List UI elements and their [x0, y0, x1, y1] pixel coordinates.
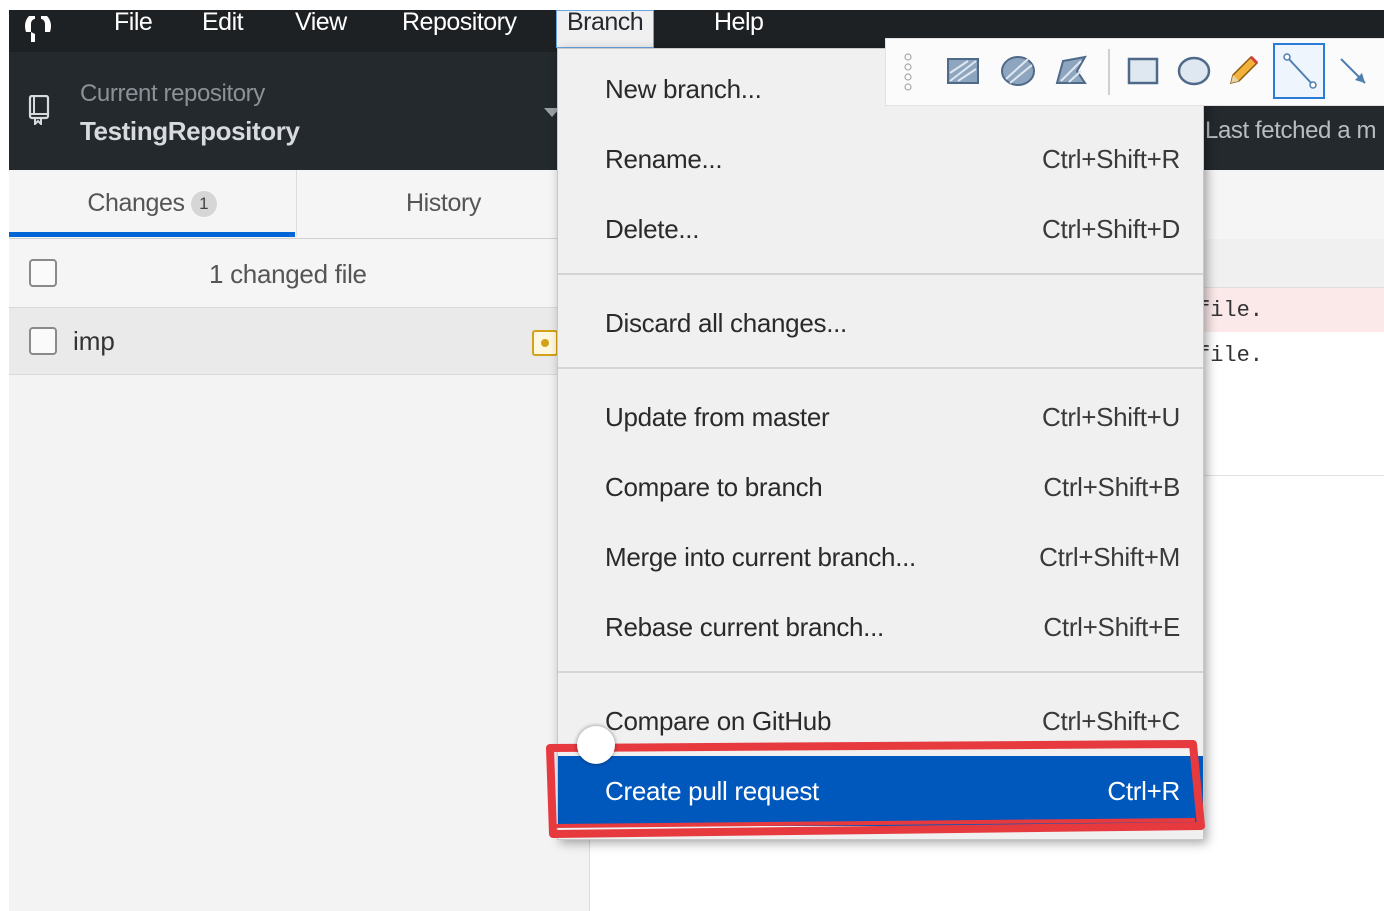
- menu-file[interactable]: File: [104, 10, 162, 52]
- diff-deleted-text: file.: [1197, 298, 1264, 323]
- menu-item-rebase-current-branch[interactable]: Rebase current branch... Ctrl+Shift+E: [558, 592, 1203, 662]
- menu-branch[interactable]: Branch: [556, 10, 655, 48]
- menu-item-compare-to-branch[interactable]: Compare to branch Ctrl+Shift+B: [558, 452, 1203, 522]
- menu-edit[interactable]: Edit: [192, 10, 253, 52]
- menu-separator: [558, 671, 1203, 673]
- diff-added-text: file.: [1197, 343, 1264, 368]
- hatched-polygon-icon[interactable]: [1049, 49, 1093, 93]
- menu-item-merge-into-current-branch[interactable]: Merge into current branch... Ctrl+Shift+…: [558, 522, 1203, 592]
- toolbar-divider: [1108, 49, 1110, 95]
- menu-separator: [558, 273, 1203, 275]
- menu-help[interactable]: Help: [704, 10, 773, 52]
- menu-item-label: Rebase current branch...: [605, 612, 884, 642]
- red-highlight-annotation: [546, 740, 1205, 838]
- annotation-toolbar: [885, 38, 1384, 106]
- pencil-icon[interactable]: [1221, 49, 1265, 93]
- menu-repository[interactable]: Repository: [392, 10, 527, 52]
- rectangle-icon[interactable]: [1121, 49, 1165, 93]
- menu-item-label: Update from master: [605, 402, 830, 432]
- menu-item-update-from-master[interactable]: Update from master Ctrl+Shift+U: [558, 382, 1203, 452]
- line-icon[interactable]: [1273, 43, 1325, 99]
- tab-changes[interactable]: Changes 1: [9, 170, 295, 237]
- menu-item-label: Merge into current branch...: [605, 542, 916, 572]
- branch-menu: New branch... Rename... Ctrl+Shift+R Del…: [557, 48, 1204, 840]
- file-name: imp: [73, 326, 115, 356]
- menu-item-shortcut: Ctrl+Shift+C: [1041, 706, 1180, 736]
- file-checkbox[interactable]: [29, 327, 57, 355]
- file-row[interactable]: imp: [9, 308, 589, 375]
- last-fetched-label[interactable]: Last fetched a m: [1205, 117, 1376, 145]
- menu-item-shortcut: Ctrl+Shift+M: [1039, 542, 1180, 572]
- annotation-handle[interactable]: [577, 726, 615, 764]
- menu-item-shortcut: Ctrl+Shift+D: [1041, 214, 1180, 244]
- tab-bar: Changes 1 History: [9, 170, 589, 239]
- hatched-rect-icon[interactable]: [941, 49, 985, 93]
- drag-handle-icon[interactable]: [904, 53, 912, 93]
- menu-item-shortcut: Ctrl+Shift+R: [1041, 144, 1180, 174]
- arrow-icon[interactable]: [1331, 49, 1375, 93]
- file-modified-icon: [532, 330, 558, 356]
- menu-view[interactable]: View: [285, 10, 357, 52]
- menu-item-shortcut: Ctrl+Shift+B: [1043, 472, 1180, 502]
- menu-item-shortcut: Ctrl+Shift+E: [1043, 612, 1180, 642]
- changed-files-summary: 1 changed file: [209, 259, 367, 289]
- menu-item-label: Delete...: [605, 214, 700, 244]
- menu-item-label: Rename...: [605, 144, 723, 174]
- menu-item-rename[interactable]: Rename... Ctrl+Shift+R: [558, 124, 1203, 194]
- menu-item-discard-all-changes[interactable]: Discard all changes...: [558, 288, 1203, 358]
- menu-separator: [558, 367, 1203, 369]
- github-logo-icon: [25, 16, 51, 42]
- menu-item-shortcut: Ctrl+Shift+U: [1041, 402, 1180, 432]
- changes-list-empty-area: [9, 375, 590, 911]
- changes-list-header: 1 changed file: [9, 239, 589, 308]
- hatched-ellipse-icon[interactable]: [996, 49, 1040, 93]
- repository-name[interactable]: TestingRepository: [80, 116, 300, 147]
- menu-item-label: New branch...: [605, 74, 762, 104]
- changes-count-badge: 1: [190, 191, 217, 218]
- repo-icon: [28, 95, 50, 125]
- menu-item-label: Compare on GitHub: [605, 706, 832, 736]
- tab-history[interactable]: History: [296, 170, 590, 236]
- tab-changes-label: Changes: [87, 189, 185, 217]
- select-all-checkbox[interactable]: [29, 259, 57, 287]
- menu-item-delete[interactable]: Delete... Ctrl+Shift+D: [558, 194, 1203, 264]
- current-repository-label[interactable]: Current repository: [80, 80, 265, 108]
- menu-item-label: Discard all changes...: [605, 308, 847, 338]
- menu-item-label: Compare to branch: [605, 472, 823, 502]
- ellipse-icon[interactable]: [1172, 49, 1216, 93]
